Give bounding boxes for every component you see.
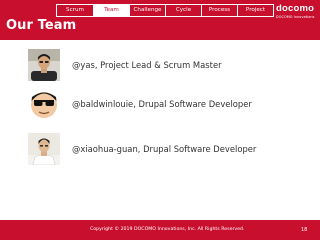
member-description: @yas, Project Lead & Scrum Master [72, 60, 222, 70]
tab-cycle[interactable]: Cycle [165, 5, 201, 16]
member-description: @xiaohua-guan, Drupal Software Developer [72, 144, 257, 154]
footer-bar: Copyright © 2019 DOCOMO Innovations, Inc… [0, 220, 320, 240]
copyright-text: Copyright © 2019 DOCOMO Innovations, Inc… [90, 227, 245, 232]
section-tabs: Scrum Team Challenge Cycle Process Proje… [56, 4, 274, 17]
member-description: @baldwinlouie, Drupal Software Developer [72, 99, 252, 109]
team-member: @yas, Project Lead & Scrum Master [28, 49, 320, 83]
tab-project[interactable]: Project [237, 5, 273, 16]
page-title: Our Team [6, 18, 77, 33]
header-bar: Scrum Team Challenge Cycle Process Proje… [0, 0, 320, 40]
sunglasses-face-avatar [28, 88, 60, 120]
docomo-logo: docomo DOCOMO Innovations [276, 3, 316, 23]
tab-process[interactable]: Process [201, 5, 237, 16]
tab-challenge[interactable]: Challenge [129, 5, 165, 16]
page-number: 18 [301, 227, 308, 233]
tab-team[interactable]: Team [93, 5, 129, 16]
logo-wordmark: docomo [276, 3, 315, 14]
logo-tagline: DOCOMO Innovations [276, 15, 315, 19]
tab-scrum[interactable]: Scrum [57, 5, 93, 16]
member-photo-avatar [28, 133, 60, 165]
team-member: @xiaohua-guan, Drupal Software Developer [28, 133, 320, 167]
team-member: @baldwinlouie, Drupal Software Developer [28, 88, 320, 122]
member-photo-avatar [28, 49, 60, 81]
